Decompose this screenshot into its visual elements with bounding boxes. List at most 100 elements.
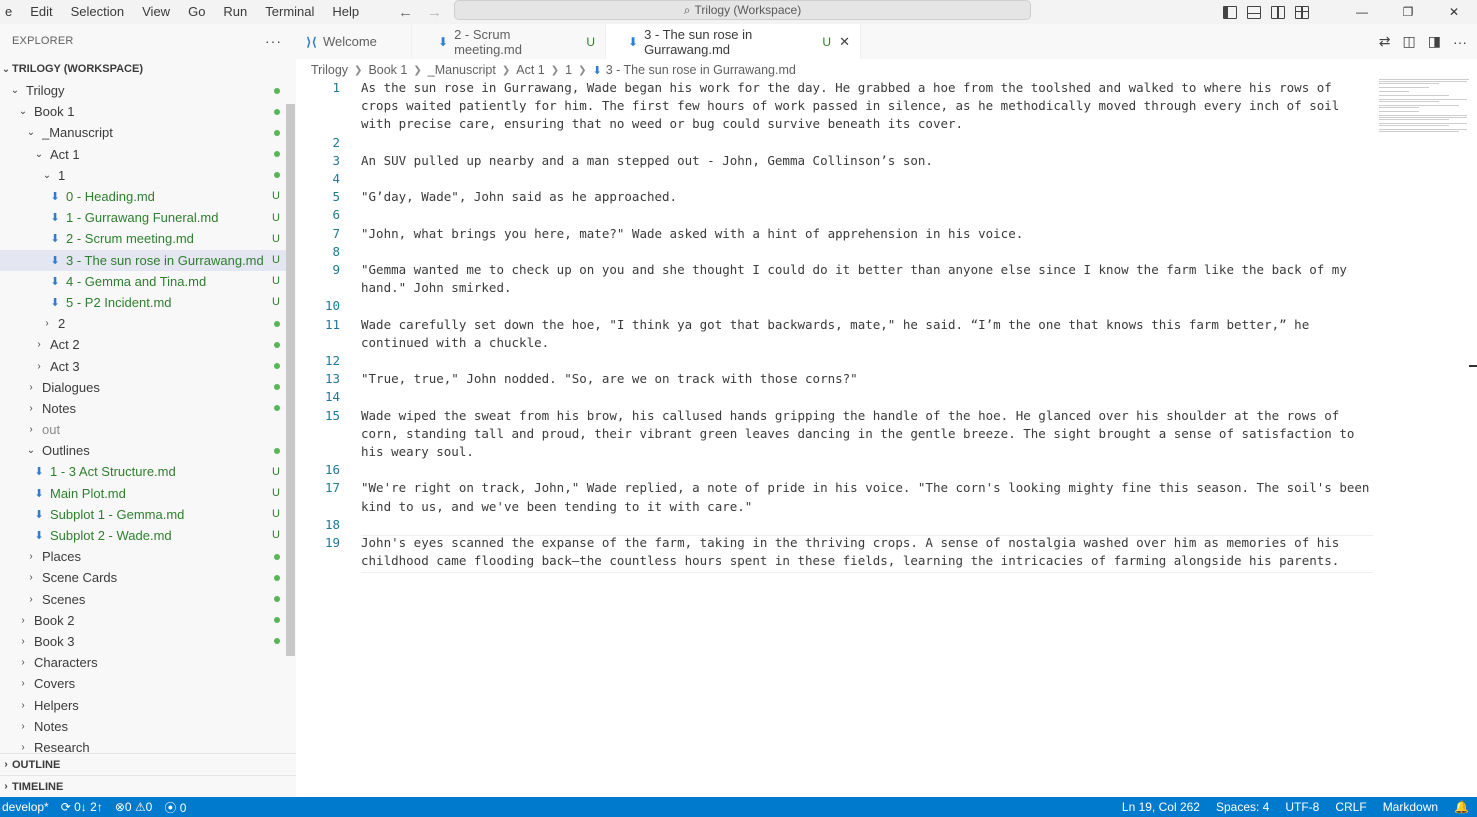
folder-item[interactable]: › Covers [0,673,286,694]
layout-controls [1223,5,1309,19]
language-mode[interactable]: Markdown [1383,800,1438,814]
folder-item[interactable]: › Act 3 [0,355,286,376]
folder-item[interactable]: › Scene Cards [0,567,286,588]
file-item[interactable]: ⬇ 1 - 3 Act Structure.md U [0,461,286,482]
line-number: 17 [324,480,340,496]
tree-item-label: 2 - Scrum meeting.md [66,231,194,247]
folder-item[interactable]: › Characters [0,652,286,673]
tab-welcome[interactable]: ⟩⟨ Welcome [296,24,412,59]
workspace-title[interactable]: ⌄ TRILOGY (WORKSPACE) [0,58,296,80]
file-item[interactable]: ⬇ Subplot 2 - Wade.md U [0,525,286,546]
timeline-section[interactable]: › TIMELINE [0,775,296,797]
breadcrumb-item[interactable]: Act 1 [516,63,545,77]
pin-icon: ⬇ [34,508,44,521]
folder-item[interactable]: ⌄ 1 [0,165,286,186]
indentation[interactable]: Spaces: 4 [1216,800,1269,814]
breadcrumb-item[interactable]: 3 - The sun rose in Gurrawang.md [606,63,796,77]
git-branch[interactable]: develop* [2,800,49,814]
menu-help[interactable]: Help [323,0,368,24]
split-editor-icon[interactable]: ◨ [1428,33,1441,50]
tab-scrum-meeting[interactable]: ⬇ 2 - Scrum meeting.md U [412,24,606,59]
minimize-button[interactable]: — [1339,0,1385,24]
folder-item[interactable]: › Book 2 [0,610,286,631]
close-window-button[interactable]: ✕ [1431,0,1477,24]
breadcrumb-item[interactable]: 1 [565,63,572,77]
outline-section[interactable]: › OUTLINE [0,753,296,775]
line-number: 3 [332,152,340,168]
file-item[interactable]: ⬇ Main Plot.md U [0,483,286,504]
breadcrumb-item[interactable]: _Manuscript [428,63,496,77]
breadcrumb-item[interactable]: Book 1 [368,63,407,77]
more-actions-icon[interactable]: ··· [1453,34,1467,50]
folder-item[interactable]: › Book 3 [0,631,286,652]
untracked-badge: U [272,508,280,521]
menu-terminal[interactable]: Terminal [256,0,323,24]
file-item[interactable]: ⬇ 1 - Gurrawang Funeral.md U [0,207,286,228]
menu-edit[interactable]: Edit [21,0,61,24]
cursor-position[interactable]: Ln 19, Col 262 [1122,800,1200,814]
folder-item[interactable]: ⌄ Act 1 [0,144,286,165]
folder-item[interactable]: › out [0,419,286,440]
problems-status[interactable]: ⊗0 ⚠0 [115,800,153,814]
open-preview-icon[interactable]: ◫ [1403,33,1416,50]
customize-layout-icon[interactable] [1295,5,1309,19]
folder-item[interactable]: ⌄ Trilogy [0,80,286,101]
ports-status[interactable]: ⦿ 0 [164,799,186,816]
more-actions-icon[interactable]: ··· [265,33,282,49]
menu-selection[interactable]: Selection [62,0,133,24]
breadcrumb-item[interactable]: Trilogy [311,63,348,77]
folder-item[interactable]: › Notes [0,716,286,737]
timeline-label: TIMELINE [12,780,64,793]
folder-item[interactable]: ⌄ _Manuscript [0,122,286,143]
line-number: 15 [324,407,340,423]
toggle-sidebar-icon[interactable] [1223,5,1237,19]
folder-item[interactable]: ⌄ Book 1 [0,101,286,122]
pin-icon: ⬇ [34,530,44,543]
pin-icon: ⬇ [50,275,60,288]
folder-item[interactable]: › Act 2 [0,334,286,355]
folder-item[interactable]: › Places [0,546,286,567]
file-item[interactable]: ⬇ 5 - P2 Incident.md U [0,292,286,313]
folder-item[interactable]: › Scenes [0,589,286,610]
minimap-line [1379,131,1459,132]
menu-go[interactable]: Go [179,0,214,24]
file-item[interactable]: ⬇ 0 - Heading.md U [0,186,286,207]
file-item[interactable]: ⬇ 4 - Gemma and Tina.md U [0,271,286,292]
sync-status[interactable]: ⟳ 0↓ 2↑ [61,800,103,814]
menu-file[interactable]: e [0,0,21,24]
close-tab-icon[interactable]: ✕ [839,34,850,50]
line-ending[interactable]: CRLF [1335,800,1366,814]
toggle-panel-icon[interactable] [1247,5,1261,19]
file-item[interactable]: ⬇ 2 - Scrum meeting.md U [0,228,286,249]
pin-icon: ⬇ [438,34,449,49]
menu-view[interactable]: View [133,0,179,24]
menu-run[interactable]: Run [214,0,256,24]
chevron-right-icon: › [37,339,41,351]
folder-item[interactable]: › Helpers [0,694,286,715]
folder-item[interactable]: ⌄ Outlines [0,440,286,461]
git-status-dot [274,567,280,588]
tree-item-label: Subplot 1 - Gemma.md [50,506,185,522]
sync-icon: ⟳ [60,800,71,814]
editor[interactable]: 1 2 3 4 5 6 7 8 9 10 11 12 13 14 15 16 17 18 19 As the sun… [296,79,1477,797]
open-changes-icon[interactable]: ⇄ [1379,33,1391,50]
minimap-line [1379,107,1419,108]
back-arrow-icon[interactable]: ← [398,4,413,21]
encoding[interactable]: UTF-8 [1285,800,1319,814]
minimap-line [1379,101,1439,102]
restore-button[interactable]: ❐ [1385,0,1431,24]
file-item[interactable]: ⬇ 3 - The sun rose in Gurrawang.md U [0,249,286,271]
command-center[interactable]: ⌕ Trilogy (Workspace) [454,0,1031,20]
folder-item[interactable]: › Dialogues [0,377,286,398]
file-item[interactable]: ⬇ Subplot 1 - Gemma.md U [0,504,286,525]
git-status-dot [274,355,280,376]
folder-item[interactable]: › 2 [0,313,286,334]
toggle-secondary-sidebar-icon[interactable] [1271,5,1285,19]
line-number: 10 [324,298,340,314]
tab-sun-rose[interactable]: ⬇ 3 - The sun rose in Gurrawang.md U ✕ [606,24,861,59]
forward-arrow-icon[interactable]: → [427,4,442,21]
minimap[interactable] [1379,79,1469,132]
sidebar-scrollbar[interactable] [286,104,295,656]
folder-item[interactable]: › Notes [0,398,286,419]
notifications-bell-icon[interactable]: 🔔 [1454,800,1469,814]
